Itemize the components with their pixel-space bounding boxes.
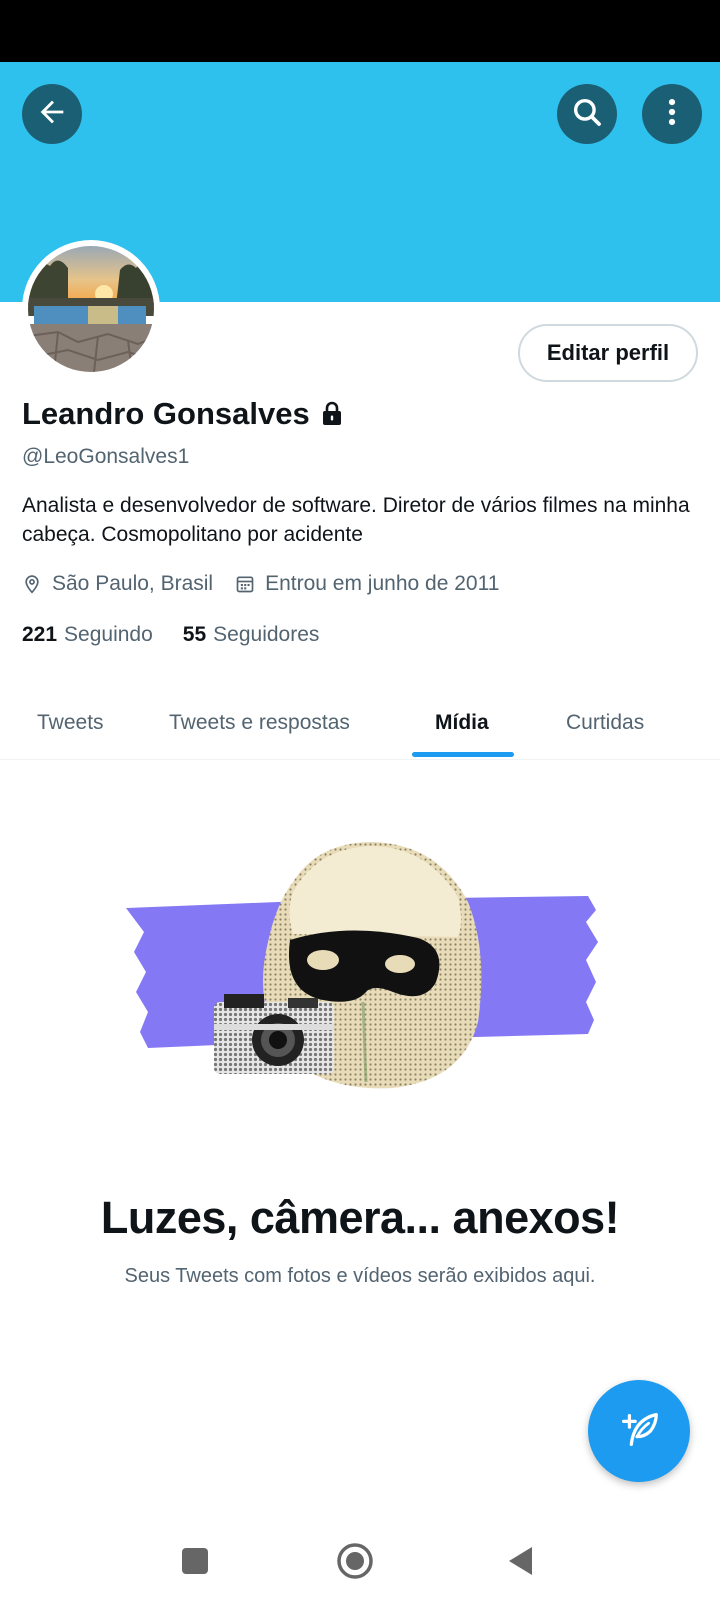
more-options-button[interactable] xyxy=(642,84,702,144)
square-icon xyxy=(181,1547,209,1580)
following-count: 221 xyxy=(22,623,58,646)
status-bar xyxy=(0,0,720,62)
back-button[interactable] xyxy=(22,84,82,144)
active-tab-indicator xyxy=(412,752,514,757)
edit-profile-button[interactable]: Editar perfil xyxy=(518,324,698,382)
joined-item: Entrou em junho de 2011 xyxy=(235,572,499,596)
profile-bio: Analista e desenvolvedor de software. Di… xyxy=(22,494,690,546)
compose-tweet-icon xyxy=(616,1406,662,1457)
followers-link[interactable]: 55 Seguidores xyxy=(183,623,320,647)
recents-button[interactable] xyxy=(170,1538,220,1588)
following-link[interactable]: 221 Seguindo xyxy=(22,623,153,647)
tab-media[interactable]: Mídia xyxy=(435,686,489,760)
profile-name: Leandro Gonsalves xyxy=(22,396,310,431)
profile-tabs: Tweets Tweets e respostas Mídia Curtidas xyxy=(0,686,720,760)
follow-stats: 221 Seguindo 55 Seguidores xyxy=(22,623,319,647)
empty-state-illustration xyxy=(118,842,608,1108)
empty-state-subtitle: Seus Tweets com fotos e vídeos serão exi… xyxy=(124,1265,596,1287)
profile-meta: São Paulo, Brasil Entrou em junho de 201… xyxy=(22,572,521,596)
circle-icon xyxy=(336,1542,374,1585)
tab-likes[interactable]: Curtidas xyxy=(566,686,644,760)
avatar-photo xyxy=(28,246,154,372)
arrow-left-icon xyxy=(35,95,69,134)
tab-tweets[interactable]: Tweets xyxy=(37,686,104,760)
empty-state-title: Luzes, câmera... anexos! xyxy=(100,1192,620,1243)
search-icon xyxy=(570,95,604,134)
profile-name-row: Leandro Gonsalves xyxy=(22,396,344,432)
joined-text: Entrou em junho de 2011 xyxy=(265,572,500,595)
home-button[interactable] xyxy=(330,1538,380,1588)
location-text: São Paulo, Brasil xyxy=(52,572,214,595)
nav-back-button[interactable] xyxy=(495,1538,545,1588)
calendar-icon xyxy=(235,574,255,594)
location-item: São Paulo, Brasil xyxy=(22,572,213,596)
avatar[interactable] xyxy=(22,240,160,378)
more-vertical-icon xyxy=(655,95,689,134)
followers-count: 55 xyxy=(182,623,207,646)
triangle-back-icon xyxy=(506,1545,534,1582)
lock-icon xyxy=(320,401,344,427)
compose-tweet-button[interactable] xyxy=(588,1380,690,1482)
system-nav-bar xyxy=(0,1530,720,1600)
location-pin-icon xyxy=(22,574,42,594)
tab-tweets-replies[interactable]: Tweets e respostas xyxy=(169,686,350,760)
following-label: Seguindo xyxy=(64,623,153,646)
search-button[interactable] xyxy=(557,84,617,144)
followers-label: Seguidores xyxy=(213,623,320,646)
profile-handle: @LeoGonsalves1 xyxy=(22,445,190,468)
